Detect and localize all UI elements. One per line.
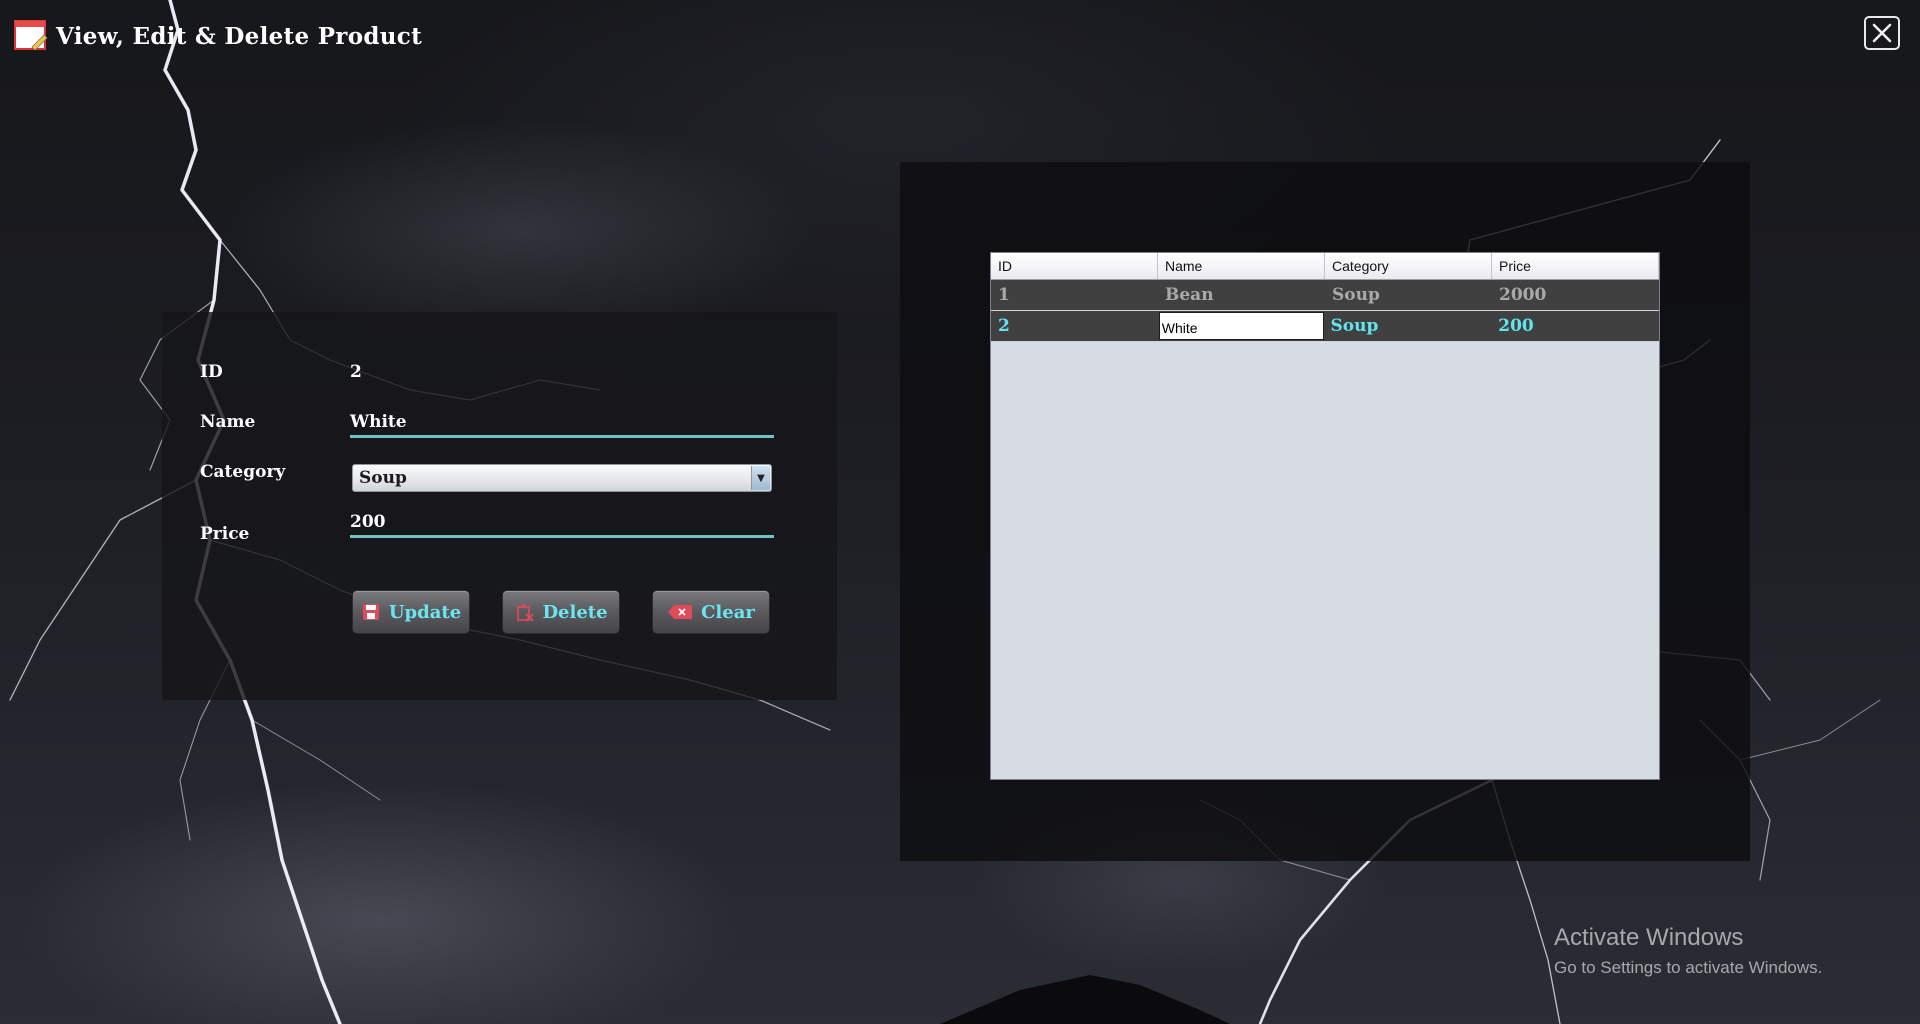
table-frame: ID Name Category Price 1 Bean Soup 2000 … — [900, 162, 1750, 861]
cell-category: Soup — [1332, 285, 1380, 305]
title-bar: View, Edit & Delete Product — [14, 18, 422, 54]
column-header-category[interactable]: Category — [1325, 253, 1492, 279]
watermark-subtitle: Go to Settings to activate Windows. — [1554, 958, 1823, 977]
cell-name: Bean — [1165, 285, 1214, 305]
update-button[interactable]: Update — [352, 590, 470, 634]
cell-id: 1 — [998, 285, 1010, 305]
name-field[interactable]: White — [350, 408, 774, 438]
table-row-selected[interactable]: 2 White Soup 200 — [991, 311, 1659, 342]
column-header-id[interactable]: ID — [991, 253, 1158, 279]
close-button[interactable] — [1864, 16, 1900, 50]
cell-category: Soup — [1330, 316, 1379, 336]
column-header-name[interactable]: Name — [1158, 253, 1325, 279]
table-row[interactable]: 1 Bean Soup 2000 — [991, 280, 1659, 311]
price-label: Price — [200, 524, 250, 544]
clear-button[interactable]: Clear — [652, 590, 770, 634]
clear-button-label: Clear — [701, 601, 755, 623]
delete-button-label: Delete — [542, 601, 608, 623]
window-title: View, Edit & Delete Product — [56, 22, 423, 50]
column-header-price[interactable]: Price — [1492, 253, 1659, 279]
delete-button[interactable]: Delete — [502, 590, 620, 634]
update-button-label: Update — [388, 601, 462, 623]
watermark-title: Activate Windows — [1554, 924, 1744, 951]
product-form-panel: ID 2 Name White Category Soup ▼ Price 20… — [162, 312, 837, 700]
cell-name-editor[interactable]: White — [1158, 312, 1324, 340]
cell-price: 200 — [1498, 316, 1534, 336]
category-dropdown[interactable]: Soup ▼ — [352, 464, 772, 492]
name-label: Name — [200, 412, 256, 432]
activate-windows-watermark: Activate Windows Go to Settings to activ… — [1554, 924, 1822, 978]
id-label: ID — [200, 362, 223, 382]
chevron-down-icon[interactable]: ▼ — [751, 466, 770, 490]
category-label: Category — [200, 462, 286, 482]
clear-icon — [668, 605, 693, 619]
cell-price: 2000 — [1499, 285, 1547, 305]
price-field[interactable]: 200 — [350, 508, 774, 538]
delete-icon — [517, 604, 535, 622]
close-icon — [1872, 23, 1892, 43]
table-header: ID Name Category Price — [991, 253, 1659, 280]
save-icon — [362, 604, 379, 620]
id-value: 2 — [350, 362, 362, 382]
product-edit-icon — [14, 20, 48, 51]
cell-id: 2 — [998, 316, 1010, 336]
products-table[interactable]: ID Name Category Price 1 Bean Soup 2000 … — [990, 252, 1660, 780]
category-selected-value: Soup — [359, 468, 407, 488]
